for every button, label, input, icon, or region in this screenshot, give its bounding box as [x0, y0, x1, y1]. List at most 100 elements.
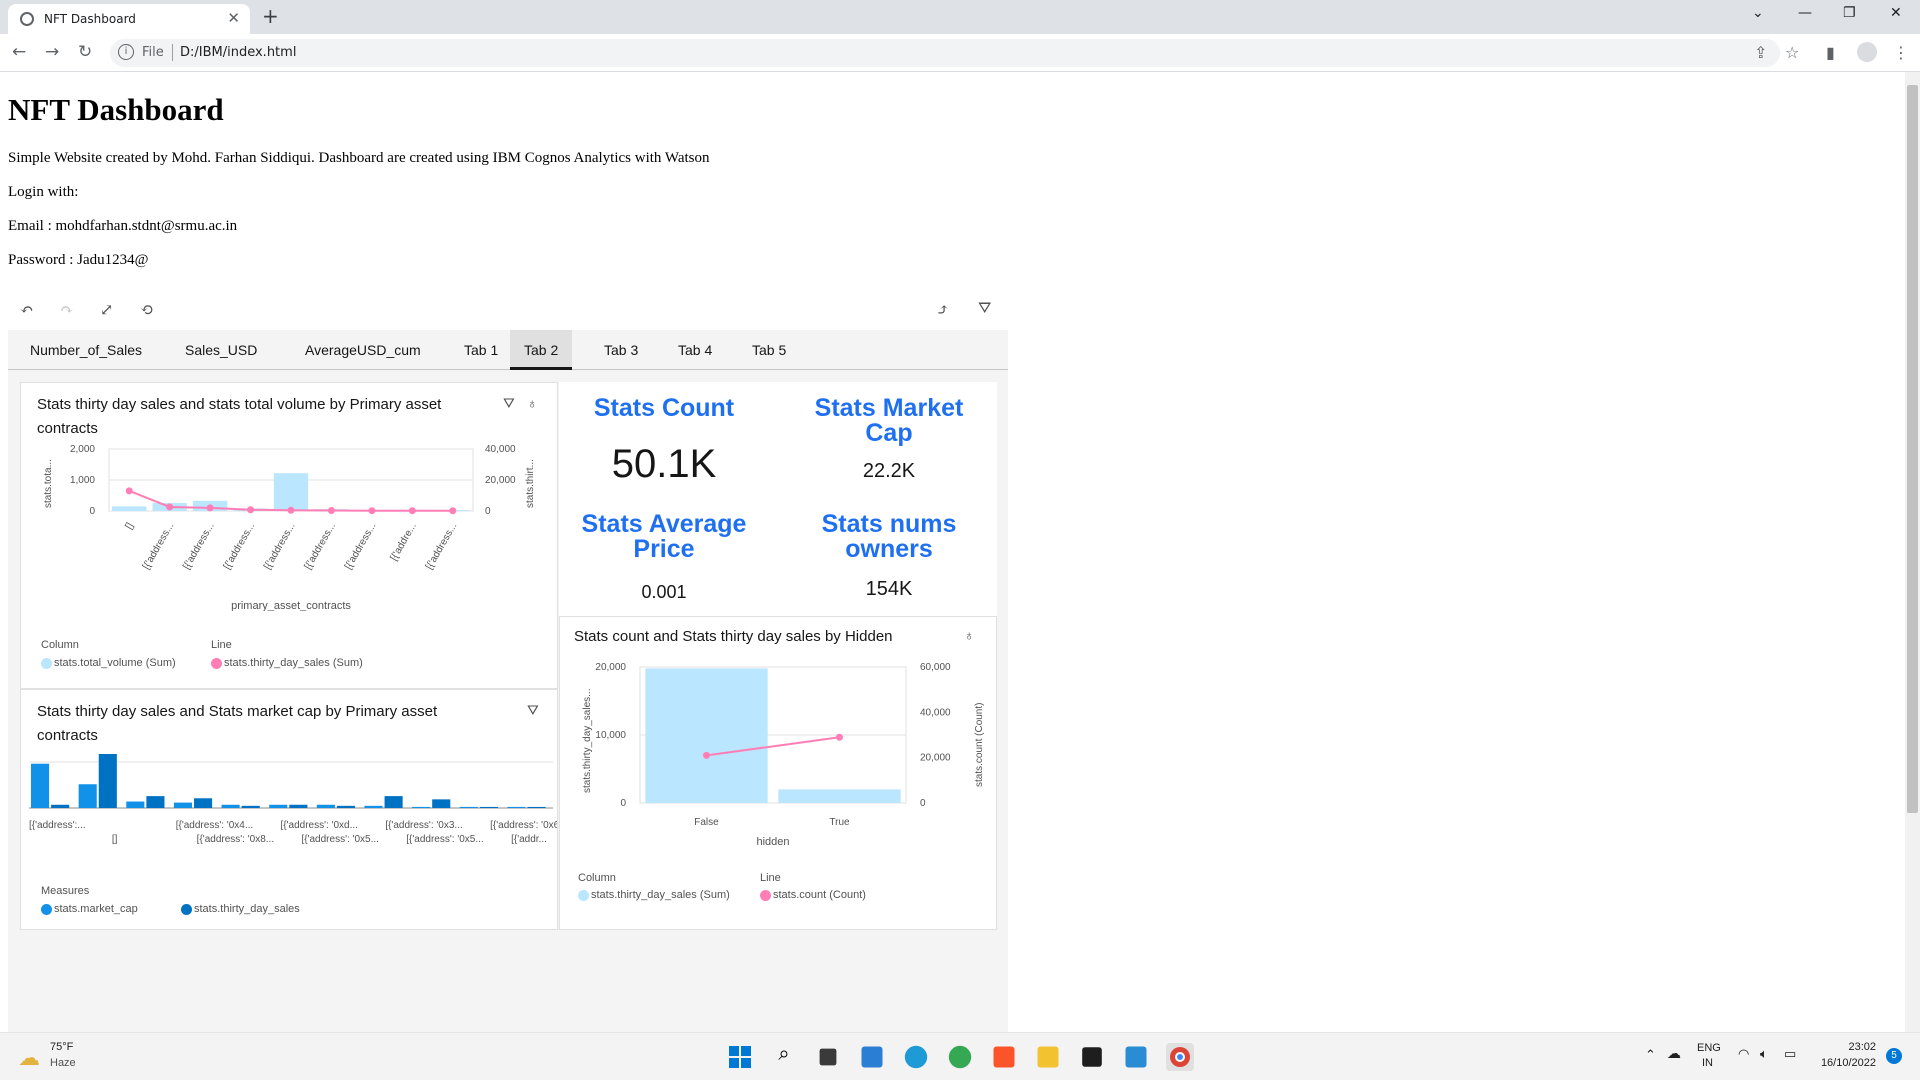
menu-kebab-icon[interactable]: ⋮	[1893, 43, 1909, 62]
y-left-tick-label: 10,000	[595, 730, 626, 741]
vscode-icon[interactable]	[1125, 1046, 1147, 1068]
chart-panel-total-volume[interactable]: Stats thirty day sales and stats total v…	[20, 382, 558, 689]
point-thirty-day-sales	[166, 503, 174, 511]
file-explorer-icon[interactable]	[1037, 1046, 1059, 1068]
address-bar[interactable]: i File D:/IBM/index.html	[110, 39, 1780, 67]
legend-item-market-cap[interactable]: stats.market_cap	[41, 903, 138, 915]
language-line1[interactable]: ENG	[1697, 1042, 1721, 1054]
battery-icon[interactable]: ▭	[1784, 1046, 1796, 1062]
tab-1[interactable]: Tab 1	[450, 330, 512, 370]
scrollbar-thumb[interactable]	[1907, 85, 1918, 813]
reset-icon[interactable]: ⟲	[140, 300, 153, 320]
lightbulb-icon[interactable]: ♁	[964, 627, 975, 643]
tab-5[interactable]: Tab 5	[738, 330, 800, 370]
start-icon[interactable]	[726, 1043, 754, 1071]
legend-label: stats.thirty_day_sales (Sum)	[224, 657, 363, 669]
language-line2[interactable]: IN	[1702, 1057, 1713, 1069]
volume-icon[interactable]: 🔈︎	[1760, 1046, 1768, 1062]
chrome-active-icon[interactable]	[1166, 1043, 1194, 1071]
profile-avatar-icon[interactable]	[1857, 42, 1877, 62]
address-divider	[172, 44, 173, 61]
legend-column-header: Column	[41, 639, 79, 651]
legend-item-count[interactable]: stats.count (Count)	[760, 889, 866, 901]
wifi-icon[interactable]: ◠	[1738, 1046, 1749, 1062]
edge-icon[interactable]	[904, 1045, 928, 1069]
browser-tab-title: NFT Dashboard	[44, 12, 136, 26]
notification-badge[interactable]: 5	[1886, 1048, 1902, 1064]
onedrive-icon[interactable]: ☁	[1667, 1045, 1681, 1062]
legend-label: stats.market_cap	[54, 903, 138, 915]
forward-icon[interactable]: →	[45, 42, 59, 62]
y-right-tick-label: 20,000	[920, 753, 951, 764]
chrome-canary-icon[interactable]	[948, 1045, 972, 1069]
terminal-icon[interactable]	[1082, 1047, 1102, 1067]
point-count	[703, 751, 710, 759]
lightbulb-icon[interactable]: ♁	[527, 395, 538, 411]
bar-thirty-day-sales	[778, 789, 901, 803]
expand-icon[interactable]: ⤢	[100, 300, 113, 320]
restore-icon[interactable]: ❐	[1843, 5, 1856, 21]
chevron-up-icon[interactable]: ⌃	[1645, 1047, 1656, 1063]
chart-panel-market-cap[interactable]: Stats thirty day sales and Stats market …	[20, 689, 558, 930]
filter-icon[interactable]: ⛛	[527, 702, 539, 719]
point-thirty-day-sales	[408, 507, 416, 515]
mail-icon[interactable]	[861, 1046, 883, 1068]
side-panel-icon[interactable]: ▮	[1826, 43, 1835, 62]
share-icon[interactable]: ⇪	[1754, 43, 1767, 62]
point-thirty-day-sales	[125, 487, 133, 495]
tab-3[interactable]: Tab 3	[590, 330, 652, 370]
close-tab-icon[interactable]: ✕	[227, 9, 240, 27]
legend-item-thirty-day-sales[interactable]: stats.thirty_day_sales (Sum)	[211, 657, 363, 669]
y-right-axis-label: stats.count (Count)	[974, 703, 985, 787]
y-right-tick-label: 0	[485, 506, 491, 517]
legend-item-thirty-day-sales[interactable]: stats.thirty_day_sales	[181, 903, 300, 915]
bar-market-cap	[459, 806, 478, 808]
redo-icon[interactable]: ↷	[60, 300, 73, 320]
chart-panel-hidden[interactable]: Stats count and Stats thirty day sales b…	[559, 616, 997, 930]
reload-icon[interactable]: ↻	[78, 42, 92, 62]
bar-thirty-day-sales	[51, 804, 70, 808]
address-scheme: File	[142, 45, 164, 60]
x-tick-label: []	[112, 834, 118, 845]
tab-number-of-sales[interactable]: Number_of_Sales	[16, 330, 156, 370]
filter-icon[interactable]: ⛛	[503, 395, 515, 412]
task-view-icon[interactable]	[819, 1048, 837, 1066]
clock-time[interactable]: 23:02	[1810, 1041, 1876, 1053]
weather-desc[interactable]: Haze	[50, 1057, 76, 1069]
legend-label: stats.thirty_day_sales (Sum)	[591, 889, 730, 901]
x-tick-label: [{'addre...	[388, 521, 419, 563]
y-left-tick-label: 0	[89, 506, 95, 517]
tab-sales-usd[interactable]: Sales_USD	[171, 330, 271, 370]
tab-4[interactable]: Tab 4	[664, 330, 726, 370]
tab-average-usd-cum[interactable]: AverageUSD_cum	[291, 330, 435, 370]
bookmark-star-icon[interactable]: ☆	[1785, 43, 1799, 62]
kpi-title-nums-owners: Stats nums owners	[821, 510, 957, 563]
clock-date[interactable]: 16/10/2022	[1810, 1057, 1876, 1069]
filter-icon[interactable]: ⛛	[978, 300, 991, 318]
bar-chart-2: [{'address':... [{'address': '0x4... [{'ad…	[29, 754, 557, 845]
search-icon[interactable]: ⌕	[770, 1043, 798, 1071]
brave-icon[interactable]	[993, 1046, 1015, 1068]
undo-icon[interactable]: ↶	[20, 300, 33, 320]
browser-tab[interactable]: NFT Dashboard ✕	[8, 4, 250, 34]
password-text: Password : Jadu1234@	[8, 252, 149, 268]
legend-item-thirty-day-sales[interactable]: stats.thirty_day_sales (Sum)	[578, 889, 730, 901]
tab-search-icon[interactable]: ⌄	[1752, 5, 1764, 21]
close-window-icon[interactable]: ✕	[1890, 5, 1902, 21]
info-icon[interactable]: i	[118, 44, 134, 60]
bar-thirty-day-sales	[98, 754, 117, 808]
new-tab-icon[interactable]: +	[262, 4, 279, 28]
legend-item-total-volume[interactable]: stats.total_volume (Sum)	[41, 657, 176, 669]
insights-icon[interactable]: ⤴	[936, 300, 949, 320]
kpi-value-count: 50.1K	[611, 442, 717, 486]
weather-icon[interactable]: ☁	[18, 1045, 40, 1071]
bar-thirty-day-sales	[645, 668, 768, 803]
back-icon[interactable]: ←	[12, 42, 26, 62]
dashboard-tabs: Number_of_Sales Sales_USD AverageUSD_cum…	[8, 330, 1008, 370]
x-tick-label: [{'address': '0xd...	[281, 820, 358, 831]
minimize-icon[interactable]: —	[1798, 5, 1812, 21]
point-thirty-day-sales	[449, 507, 457, 515]
address-url[interactable]: D:/IBM/index.html	[180, 45, 296, 60]
tab-2[interactable]: Tab 2	[510, 330, 573, 370]
weather-temp[interactable]: 75°F	[50, 1041, 73, 1053]
